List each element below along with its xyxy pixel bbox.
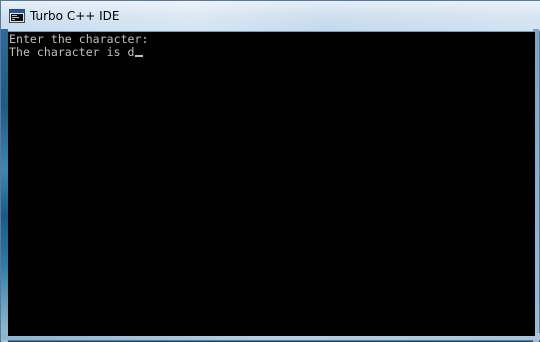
console-window-icon (9, 9, 25, 23)
console-text: Enter the character: The character is d (8, 32, 535, 59)
text-cursor (134, 55, 143, 57)
console-line-output: The character is d (9, 46, 535, 59)
window-frame-left (1, 29, 8, 342)
window-title: Turbo C++ IDE (30, 9, 120, 23)
console-line-1-text: Enter the character: (9, 32, 149, 46)
console-output-area[interactable]: Enter the character: The character is d (8, 31, 535, 336)
title-bar[interactable]: Turbo C++ IDE (1, 1, 540, 31)
console-window: Turbo C++ IDE Enter the character: The c… (0, 0, 540, 342)
console-line-2-text: The character is d (9, 45, 135, 59)
